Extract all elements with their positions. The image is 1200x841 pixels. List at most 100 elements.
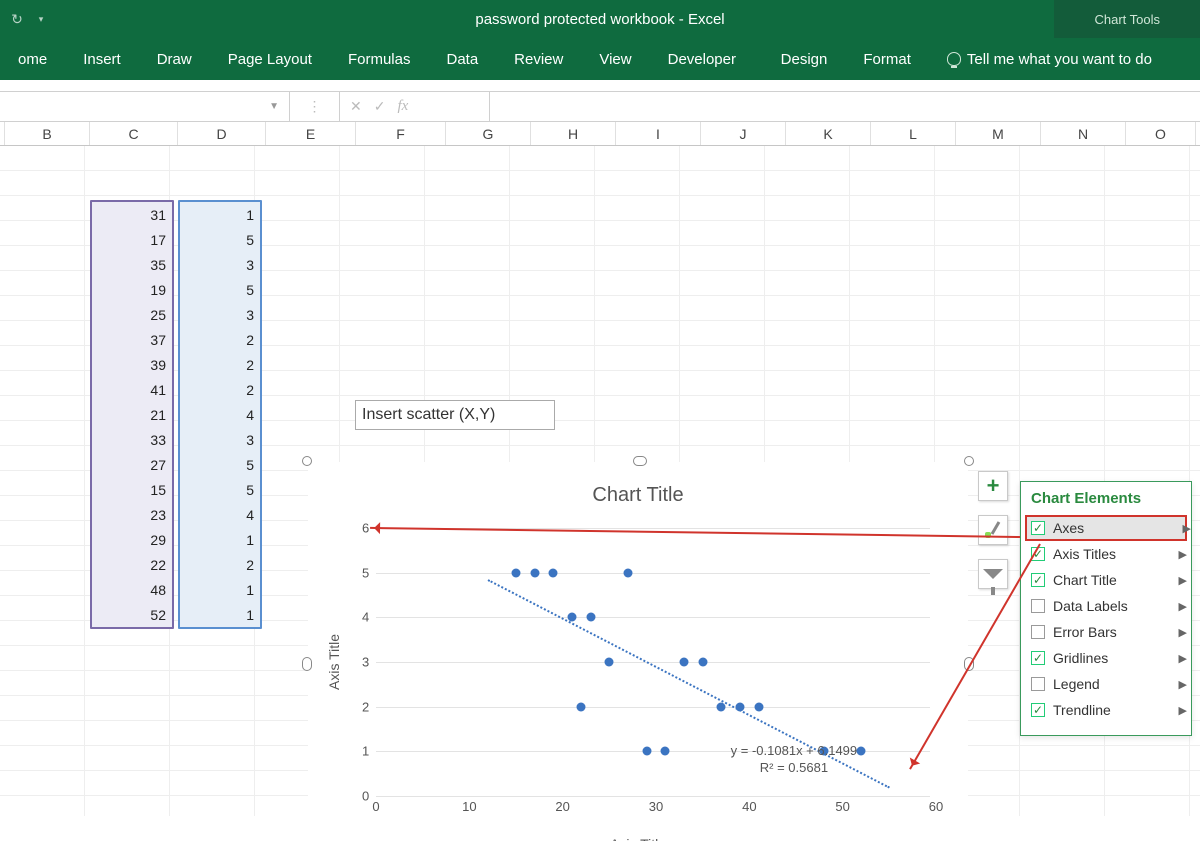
checkbox-icon[interactable] [1031,625,1045,639]
tell-me[interactable]: Tell me what you want to do [929,38,1170,80]
tab-data[interactable]: Data [428,38,496,80]
chart-element-gridlines[interactable]: ✓Gridlines▶ [1031,645,1181,671]
chevron-right-icon[interactable]: ▶ [1179,574,1187,587]
data-point[interactable] [698,658,707,667]
selected-range-col-C[interactable]: 3117351925373941213327152329224852 [90,200,174,629]
fx-icon[interactable]: fx [397,98,408,115]
cell[interactable]: 25 [92,302,172,327]
chart-element-axis-titles[interactable]: ✓Axis Titles▶ [1031,541,1181,567]
chevron-right-icon[interactable]: ▶ [1179,626,1187,639]
inserted-textbox[interactable]: Insert scatter (X,Y) [355,400,555,430]
column-header-O[interactable]: O [1126,122,1196,145]
data-point[interactable] [661,747,670,756]
cell[interactable]: 35 [92,252,172,277]
cell[interactable]: 5 [180,477,260,502]
data-point[interactable] [586,613,595,622]
column-header-J[interactable]: J [701,122,786,145]
cell[interactable]: 21 [92,402,172,427]
cell[interactable]: 17 [92,227,172,252]
enter-icon[interactable]: ✓ [374,98,386,115]
tab-ome[interactable]: ome [0,38,65,80]
tab-review[interactable]: Review [496,38,581,80]
cell[interactable]: 15 [92,477,172,502]
tab-view[interactable]: View [581,38,649,80]
cell[interactable]: 3 [180,302,260,327]
chevron-right-icon[interactable]: ▶ [1183,522,1191,535]
tab-format[interactable]: Format [845,38,929,80]
chart-element-legend[interactable]: Legend▶ [1031,671,1181,697]
cell[interactable]: 23 [92,502,172,527]
cell[interactable]: 2 [180,552,260,577]
checkbox-icon[interactable]: ✓ [1031,573,1045,587]
tab-page-layout[interactable]: Page Layout [210,38,330,80]
cell[interactable]: 52 [92,602,172,627]
data-point[interactable] [530,568,539,577]
column-headers[interactable]: BCDEFGHIJKLMNO [0,122,1200,146]
checkbox-icon[interactable]: ✓ [1031,651,1045,665]
chart-elements-button[interactable] [978,471,1008,501]
chart-filters-button[interactable] [978,559,1008,589]
chart-title[interactable]: Chart Title [316,484,960,507]
chevron-right-icon[interactable]: ▶ [1179,678,1187,691]
cell[interactable]: 1 [180,577,260,602]
tab-formulas[interactable]: Formulas [330,38,429,80]
data-point[interactable] [857,747,866,756]
data-point[interactable] [624,568,633,577]
cell[interactable]: 33 [92,427,172,452]
chevron-right-icon[interactable]: ▶ [1179,652,1187,665]
cell[interactable]: 5 [180,227,260,252]
chart-element-error-bars[interactable]: Error Bars▶ [1031,619,1181,645]
resize-handle[interactable] [633,456,647,466]
cell[interactable]: 39 [92,352,172,377]
cell[interactable]: 48 [92,577,172,602]
column-header-K[interactable]: K [786,122,871,145]
chart-styles-button[interactable] [978,515,1008,545]
selected-range-col-D[interactable]: 15353222435541211 [178,200,262,629]
y-axis-title[interactable]: Axis Title [326,634,342,690]
cell[interactable]: 5 [180,277,260,302]
checkbox-icon[interactable]: ✓ [1031,703,1045,717]
resize-handle[interactable] [964,456,974,466]
cell[interactable]: 37 [92,327,172,352]
column-header-E[interactable]: E [266,122,356,145]
cell[interactable]: 2 [180,327,260,352]
cell[interactable]: 2 [180,352,260,377]
redo-icon[interactable]: ↻ [8,10,26,28]
cell[interactable]: 41 [92,377,172,402]
chart-elements-flyout[interactable]: Chart Elements ✓Axes▶✓Axis Titles▶✓Chart… [1020,481,1192,736]
cell[interactable]: 22 [92,552,172,577]
name-box-dropdown-icon[interactable]: ▼ [269,101,279,112]
checkbox-icon[interactable] [1031,599,1045,613]
cell[interactable]: 1 [180,202,260,227]
checkbox-icon[interactable] [1031,677,1045,691]
cell[interactable]: 4 [180,402,260,427]
name-box[interactable]: ▼ [0,92,290,121]
column-header-G[interactable]: G [446,122,531,145]
tab-draw[interactable]: Draw [139,38,210,80]
worksheet-grid[interactable]: 3117351925373941213327152329224852153532… [0,146,1200,816]
cell[interactable]: 19 [92,277,172,302]
cancel-icon[interactable]: ✕ [350,98,362,115]
chart-element-data-labels[interactable]: Data Labels▶ [1031,593,1181,619]
resize-handle[interactable] [302,456,312,466]
cell[interactable]: 5 [180,452,260,477]
data-point[interactable] [605,658,614,667]
data-point[interactable] [754,702,763,711]
data-point[interactable] [512,568,521,577]
column-header-M[interactable]: M [956,122,1041,145]
column-header-D[interactable]: D [178,122,266,145]
chevron-right-icon[interactable]: ▶ [1179,548,1187,561]
column-header-N[interactable]: N [1041,122,1126,145]
cell[interactable]: 3 [180,252,260,277]
chevron-right-icon[interactable]: ▶ [1179,600,1187,613]
data-point[interactable] [642,747,651,756]
formula-input[interactable] [490,92,1200,121]
cell[interactable]: 2 [180,377,260,402]
tab-design[interactable]: Design [763,38,846,80]
column-header-F[interactable]: F [356,122,446,145]
x-axis-title[interactable]: Axis Title [316,836,960,841]
data-point[interactable] [680,658,689,667]
resize-handle[interactable] [302,657,312,671]
column-header-I[interactable]: I [616,122,701,145]
column-header-L[interactable]: L [871,122,956,145]
